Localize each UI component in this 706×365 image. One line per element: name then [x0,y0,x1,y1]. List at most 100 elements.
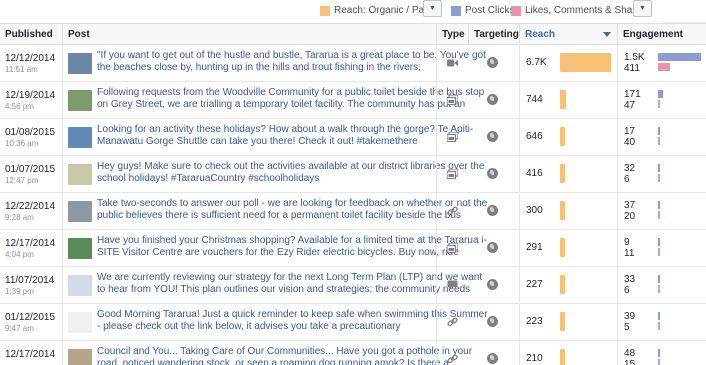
col-reach-label: Reach [525,29,556,40]
post-thumbnail[interactable] [68,53,92,74]
cell-targeting [436,82,519,118]
post-thumbnail[interactable] [68,164,92,185]
cell-published: 11/07/2014 1:39 pm [0,267,62,303]
cell-engagement: 1.5K 411 [617,45,706,81]
chevron-down-icon: ▼ [429,5,436,12]
post-text-link[interactable]: Have you finished your Christmas shoppin… [97,235,493,259]
post-text-link[interactable]: Council and You... Taking Care of Our Co… [97,346,493,365]
cell-engagement: 32 6 [617,156,706,192]
col-type[interactable]: Type [436,24,468,45]
cell-post: Hey guys! Make sure to check out the act… [62,156,484,192]
post-thumbnail[interactable] [68,312,92,333]
reach-bar [560,127,565,146]
post-clicks-bar [658,275,660,283]
cell-targeting [436,267,519,303]
likes-comments-shares-value: 20 [624,211,636,222]
likes-comments-shares-value: 6 [624,285,630,296]
published-date: 12/17/2014 [5,238,56,249]
cell-engagement: 9 11 [617,230,706,266]
likes-comments-shares-value: 11 [624,248,635,259]
col-published[interactable]: Published [0,24,62,45]
cell-targeting [436,304,519,340]
cell-post: Council and You... Taking Care of Our Co… [62,341,472,365]
globe-icon [487,279,498,290]
published-date: 12/12/2014 [5,53,56,64]
legend-bar: Reach: Organic / Paid ▼ Post Clicks Like… [0,0,706,22]
post-clicks-bar [658,238,660,246]
globe-icon [487,94,498,105]
post-text-link[interactable]: Good Morning Tararua! Just a quick remin… [97,309,493,333]
reach-bar [560,90,566,109]
post-text-link[interactable]: Following requests from the Woodville Co… [97,87,493,111]
reach-value: 300 [526,205,543,216]
likes-comments-shares-value: 15 [624,359,636,365]
post-text-link[interactable]: Looking for an activity these holidays? … [97,124,493,148]
cell-published: 12/17/2014 4:04 pm [0,230,62,266]
post-thumbnail[interactable] [68,90,92,111]
likes-comments-shares-bar [658,322,660,330]
cell-reach: 291 [519,230,617,266]
legend-clicks-label: Post Clicks [465,5,515,16]
legend-engagement-swatch [511,5,521,16]
post-text-link[interactable]: We are currently reviewing our strategy … [97,272,493,296]
published-time: 10:36 am [5,139,39,148]
cell-post: Looking for an activity these holidays? … [62,119,473,155]
table-row[interactable]: 12/17/2014 4:04 pm Have you finished your … [0,230,706,267]
cell-post: Have you finished your Christmas shoppin… [62,230,487,266]
published-date: 01/07/2015 [5,164,56,175]
reach-value: 646 [526,131,543,142]
cell-engagement: 171 47 [617,82,706,118]
cell-reach: 300 [519,193,617,229]
globe-icon [487,131,498,142]
sort-desc-icon [603,32,611,37]
reach-bar [560,53,611,72]
post-thumbnail[interactable] [68,349,92,365]
cell-published: 12/17/2014 [0,341,62,365]
post-thumbnail[interactable] [68,201,92,222]
post-text-link[interactable]: Take two-seconds to answer our poll - we… [97,198,493,222]
engagement-dropdown-button[interactable]: ▼ [633,0,652,17]
col-targeting[interactable]: Targeting [468,24,519,45]
cell-reach: 227 [519,267,617,303]
cell-targeting [436,119,519,155]
table-row[interactable]: 01/07/2015 12:47 pm Hey guys! Make sure to… [0,156,706,193]
published-date: 12/22/2014 [5,201,56,212]
cell-post: We are currently reviewing our strategy … [62,267,482,303]
cell-post: "If you want to get out of the hustle an… [62,45,486,81]
table-row[interactable]: 11/07/2014 1:39 pm We are currently review… [0,267,706,304]
post-clicks-bar [658,127,660,135]
post-clicks-value: 1.5K [624,52,645,63]
likes-comments-shares-value: 47 [624,100,636,111]
cell-published: 12/12/2014 11:51 am [0,45,62,81]
post-clicks-value: 37 [624,200,636,211]
col-post[interactable]: Post [62,24,436,45]
reach-dropdown-button[interactable]: ▼ [423,0,442,17]
post-clicks-bar [658,312,660,320]
reach-bar [560,201,565,220]
table-row[interactable]: 12/12/2014 11:51 am "If you want to get ou… [0,45,706,82]
legend-engagement: Likes, Comments & Shares [511,4,646,17]
post-thumbnail[interactable] [68,127,92,148]
table-row[interactable]: 12/22/2014 9:28 am Take two-seconds to ans… [0,193,706,230]
cell-published: 01/07/2015 12:47 pm [0,156,62,192]
globe-icon [487,242,498,253]
legend-reach-swatch [320,5,330,16]
published-time: 9:28 am [5,213,34,222]
table-row[interactable]: 01/12/2015 9:47 am Good Morning Tararua! J… [0,304,706,341]
post-text-link[interactable]: "If you want to get out of the hustle an… [97,50,493,74]
post-thumbnail[interactable] [68,275,92,296]
table-row[interactable]: 12/19/2014 4:56 pm Following requests from… [0,82,706,119]
post-clicks-bar [658,164,660,172]
post-text-link[interactable]: Hey guys! Make sure to check out the act… [97,161,493,185]
globe-icon [487,168,498,179]
col-engagement[interactable]: Engagement [617,24,706,45]
cell-targeting [436,193,519,229]
cell-published: 01/08/2015 10:36 am [0,119,62,155]
cell-reach: 416 [519,156,617,192]
table-row[interactable]: 12/17/2014 Council and You... Taking Care… [0,341,706,365]
col-reach[interactable]: Reach [519,24,617,45]
cell-engagement: 33 6 [617,267,706,303]
table-row[interactable]: 01/08/2015 10:36 am Looking for an activit… [0,119,706,156]
post-thumbnail[interactable] [68,238,92,259]
post-clicks-value: 33 [624,274,636,285]
